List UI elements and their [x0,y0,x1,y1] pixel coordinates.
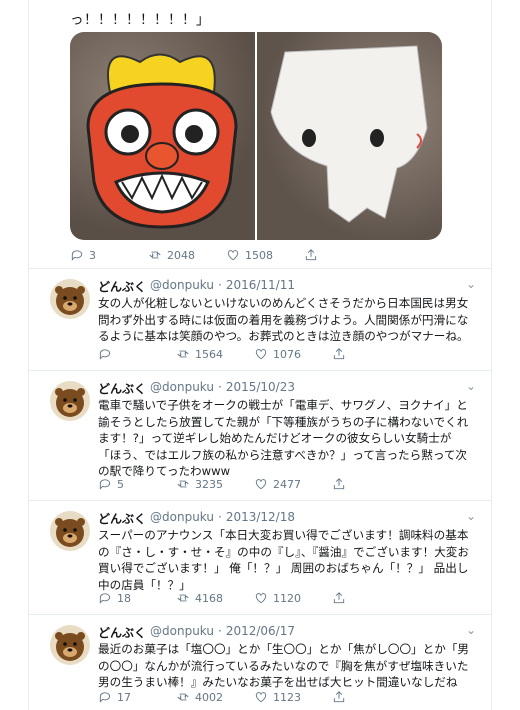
retweet-button[interactable]: 2048 [148,248,226,262]
like-button[interactable]: 1508 [226,248,304,262]
share-icon [305,249,317,261]
share-button[interactable] [332,591,346,605]
tweet-date[interactable]: 2015/10/23 [226,380,295,397]
retweet-button[interactable]: 4002 [176,690,254,704]
reply-count: 17 [117,690,131,704]
display-name[interactable]: どんぶく [98,624,146,641]
like-button[interactable]: 1076 [254,347,332,361]
chevron-down-icon[interactable]: ⌄ [466,379,476,393]
tweet-actions: 3 2048 1508 [70,248,318,262]
tweet-text: 女の人が化粧しないといけないのめんどくさそうだから日本国民は男女問わず外出する時… [98,296,469,343]
retweet-count: 2048 [167,248,195,262]
retweet-icon [177,594,189,602]
retweet-count: 4168 [195,591,223,605]
retweet-button[interactable]: 1564 [176,347,254,361]
share-button[interactable] [332,347,346,361]
reply-button[interactable]: 3 [70,248,148,262]
heart-icon [255,349,267,360]
reply-button[interactable] [98,347,176,361]
avatar[interactable] [50,279,90,319]
display-name[interactable]: どんぶく [98,510,146,527]
chevron-down-icon[interactable]: ⌄ [466,509,476,523]
reply-count: 18 [117,591,131,605]
tweet-header: どんぶく @donpuku · 2016/11/11 [98,278,295,295]
like-count: 1120 [273,591,301,605]
heart-icon [255,692,267,703]
reply-icon [99,349,111,360]
like-count: 1123 [273,690,301,704]
heart-icon [255,479,267,490]
share-icon [333,592,345,604]
retweet-button[interactable]: 4168 [176,591,254,605]
reply-button[interactable]: 5 [98,477,176,491]
separator-dot: · [218,380,222,394]
tweet-actions: 5 3235 2477 [98,477,346,491]
avatar[interactable] [50,511,90,551]
like-button[interactable]: 2477 [254,477,332,491]
reply-button[interactable]: 18 [98,591,176,605]
user-handle[interactable]: @donpuku [150,624,214,641]
retweet-icon [177,480,189,488]
tweet-text-tail: っ！！！！！！！！」 [70,12,210,28]
tweet-actions: 17 4002 1123 [98,690,346,704]
like-count: 1076 [273,347,301,361]
separator-dot: · [218,624,222,638]
retweet-icon [177,350,189,358]
like-count: 2477 [273,477,301,491]
share-button[interactable] [332,477,346,491]
tweet[interactable]: どんぶく @donpuku · 2012/06/17 ⌄ 最近のお菓子は「塩〇〇… [28,614,492,710]
heart-icon [227,250,239,261]
retweet-count: 3235 [195,477,223,491]
user-handle[interactable]: @donpuku [150,278,214,295]
tweet-date[interactable]: 2013/12/18 [226,510,295,527]
tweet-text: 電車で騒いで子供をオークの戦士が「電車デ、サワグノ、ヨクナイ」と諭そうとしたら放… [98,398,469,478]
retweet-count: 1564 [195,347,223,361]
reply-icon [99,692,111,703]
share-button[interactable] [304,248,318,262]
tweet[interactable]: どんぶく @donpuku · 2013/12/18 ⌄ スーパーのアナウンス「… [28,500,492,614]
retweet-icon [149,251,161,259]
chevron-down-icon[interactable]: ⌄ [466,277,476,291]
reply-count: 5 [117,477,124,491]
tweet-text: 最近のお菓子は「塩〇〇」とか「生〇〇」とか「焦がし〇〇」とか「男の〇〇」なんかが… [98,642,470,689]
tweet-header: どんぶく @donpuku · 2013/12/18 [98,510,295,527]
tweet-date[interactable]: 2016/11/11 [226,278,295,295]
user-handle[interactable]: @donpuku [150,380,214,397]
tweet-media[interactable] [70,32,442,240]
reply-icon [99,593,111,604]
separator-dot: · [218,278,222,292]
like-count: 1508 [245,248,273,262]
tweet-date[interactable]: 2012/06/17 [226,624,295,641]
share-button[interactable] [332,690,346,704]
reply-icon [99,479,111,490]
display-name[interactable]: どんぶく [98,278,146,295]
share-icon [333,691,345,703]
tweet[interactable]: どんぶく @donpuku · 2015/10/23 ⌄ 電車で騒いで子供をオー… [28,370,492,500]
tweet-actions: 1564 1076 [98,347,346,361]
tweet-text: スーパーのアナウンス「本日大変お買い得でございます！調味料の基本の『さ・し・す・… [98,528,469,592]
avatar[interactable] [50,625,90,665]
reply-button[interactable]: 17 [98,690,176,704]
tweet-header: どんぶく @donpuku · 2012/06/17 [98,624,295,641]
heart-icon [255,593,267,604]
user-handle[interactable]: @donpuku [150,510,214,527]
display-name[interactable]: どんぶく [98,380,146,397]
reply-count: 3 [89,248,96,262]
chevron-down-icon[interactable]: ⌄ [466,623,476,637]
retweet-icon [177,693,189,701]
share-icon [333,348,345,360]
media-image-mask-back[interactable] [257,32,442,240]
avatar[interactable] [50,381,90,421]
retweet-count: 4002 [195,690,223,704]
separator-dot: · [218,510,222,524]
share-icon [333,478,345,490]
like-button[interactable]: 1120 [254,591,332,605]
tweet-header: どんぶく @donpuku · 2015/10/23 [98,380,295,397]
tweet[interactable]: どんぶく @donpuku · 2016/11/11 ⌄ 女の人が化粧しないとい… [28,268,492,370]
media-image-oni-mask[interactable] [70,32,255,240]
like-button[interactable]: 1123 [254,690,332,704]
tweet-actions: 18 4168 1120 [98,591,346,605]
retweet-button[interactable]: 3235 [176,477,254,491]
reply-icon [71,250,83,261]
